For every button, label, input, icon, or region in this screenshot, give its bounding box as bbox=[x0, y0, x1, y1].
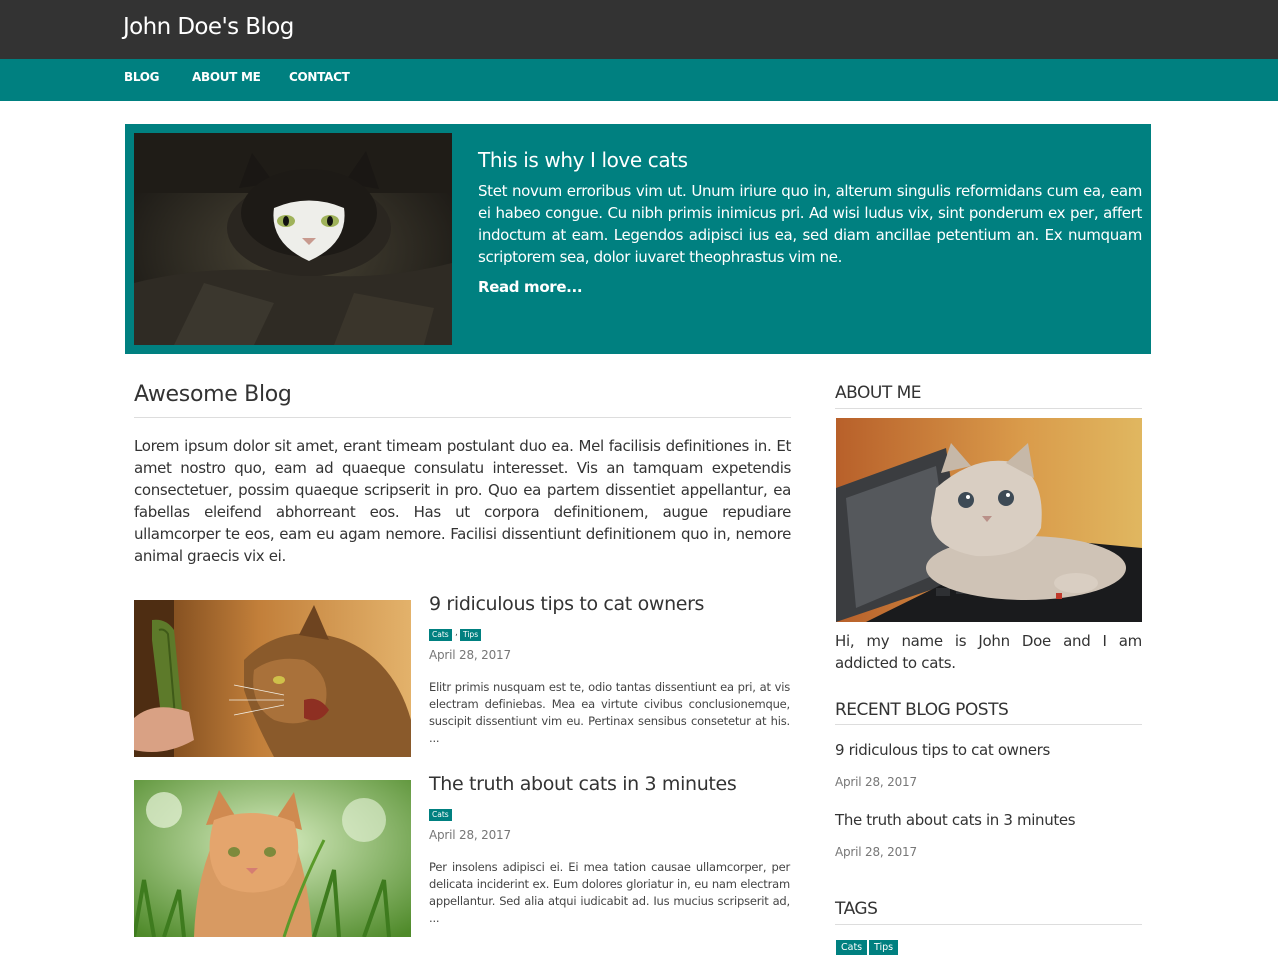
recent-heading-divider bbox=[835, 724, 1142, 725]
read-more-link[interactable]: Read more... bbox=[478, 278, 583, 296]
post-tag-tips[interactable]: Tips bbox=[460, 629, 482, 641]
nav-item-about-me[interactable]: ABOUT ME bbox=[192, 70, 261, 84]
top-header: John Doe's Blog bbox=[0, 0, 1278, 59]
post-tag-cats[interactable]: Cats bbox=[429, 629, 452, 641]
recent-posts-heading: RECENT BLOG POSTS bbox=[835, 700, 1009, 720]
recent-post-link[interactable]: 9 ridiculous tips to cat owners bbox=[835, 741, 1050, 759]
post-title[interactable]: The truth about cats in 3 minutes bbox=[429, 773, 737, 795]
nav-item-contact[interactable]: CONTACT bbox=[289, 70, 350, 84]
about-me-text: Hi, my name is John Doe and I am addicte… bbox=[835, 632, 1142, 672]
post-date: April 28, 2017 bbox=[429, 828, 511, 842]
main-title-divider bbox=[134, 417, 791, 418]
post-excerpt: Per insolens adipisci ei. Ei mea tation … bbox=[429, 860, 790, 925]
main-intro-text: Lorem ipsum dolor sit amet, erant timeam… bbox=[134, 437, 791, 565]
sidebar-tag-tips[interactable]: Tips bbox=[869, 940, 899, 955]
post-tag-cats[interactable]: Cats bbox=[429, 809, 452, 821]
post-date: April 28, 2017 bbox=[429, 648, 511, 662]
recent-post-link[interactable]: The truth about cats in 3 minutes bbox=[835, 811, 1076, 829]
main-section-title: Awesome Blog bbox=[134, 382, 292, 407]
recent-post-date: April 28, 2017 bbox=[835, 775, 917, 789]
tags-heading-divider bbox=[835, 924, 1142, 925]
featured-cat-image[interactable] bbox=[134, 133, 452, 345]
featured-title[interactable]: This is why I love cats bbox=[478, 148, 688, 172]
site-brand[interactable]: John Doe's Blog bbox=[123, 14, 294, 40]
featured-post: This is why I love cats Stet novum error… bbox=[125, 124, 1151, 354]
tags-heading: TAGS bbox=[835, 899, 878, 919]
post-excerpt: Elitr primis nusquam est te, odio tantas… bbox=[429, 680, 790, 745]
post-title[interactable]: 9 ridiculous tips to cat owners bbox=[429, 593, 704, 615]
post-thumbnail-grass-kitten[interactable] bbox=[134, 780, 411, 937]
sidebar-tag-cats[interactable]: Cats bbox=[836, 940, 868, 955]
featured-text: Stet novum erroribus vim ut. Unum iriure… bbox=[478, 182, 1142, 266]
nav-item-blog[interactable]: BLOG bbox=[124, 70, 160, 84]
about-me-kitten-image bbox=[836, 418, 1142, 622]
about-me-heading: ABOUT ME bbox=[835, 383, 922, 403]
tag-separator: , bbox=[455, 628, 458, 638]
recent-post-date: April 28, 2017 bbox=[835, 845, 917, 859]
main-navigation: BLOG ABOUT ME CONTACT bbox=[0, 59, 1278, 101]
about-heading-divider bbox=[835, 408, 1142, 409]
post-thumbnail-cucumber-cat[interactable] bbox=[134, 600, 411, 757]
